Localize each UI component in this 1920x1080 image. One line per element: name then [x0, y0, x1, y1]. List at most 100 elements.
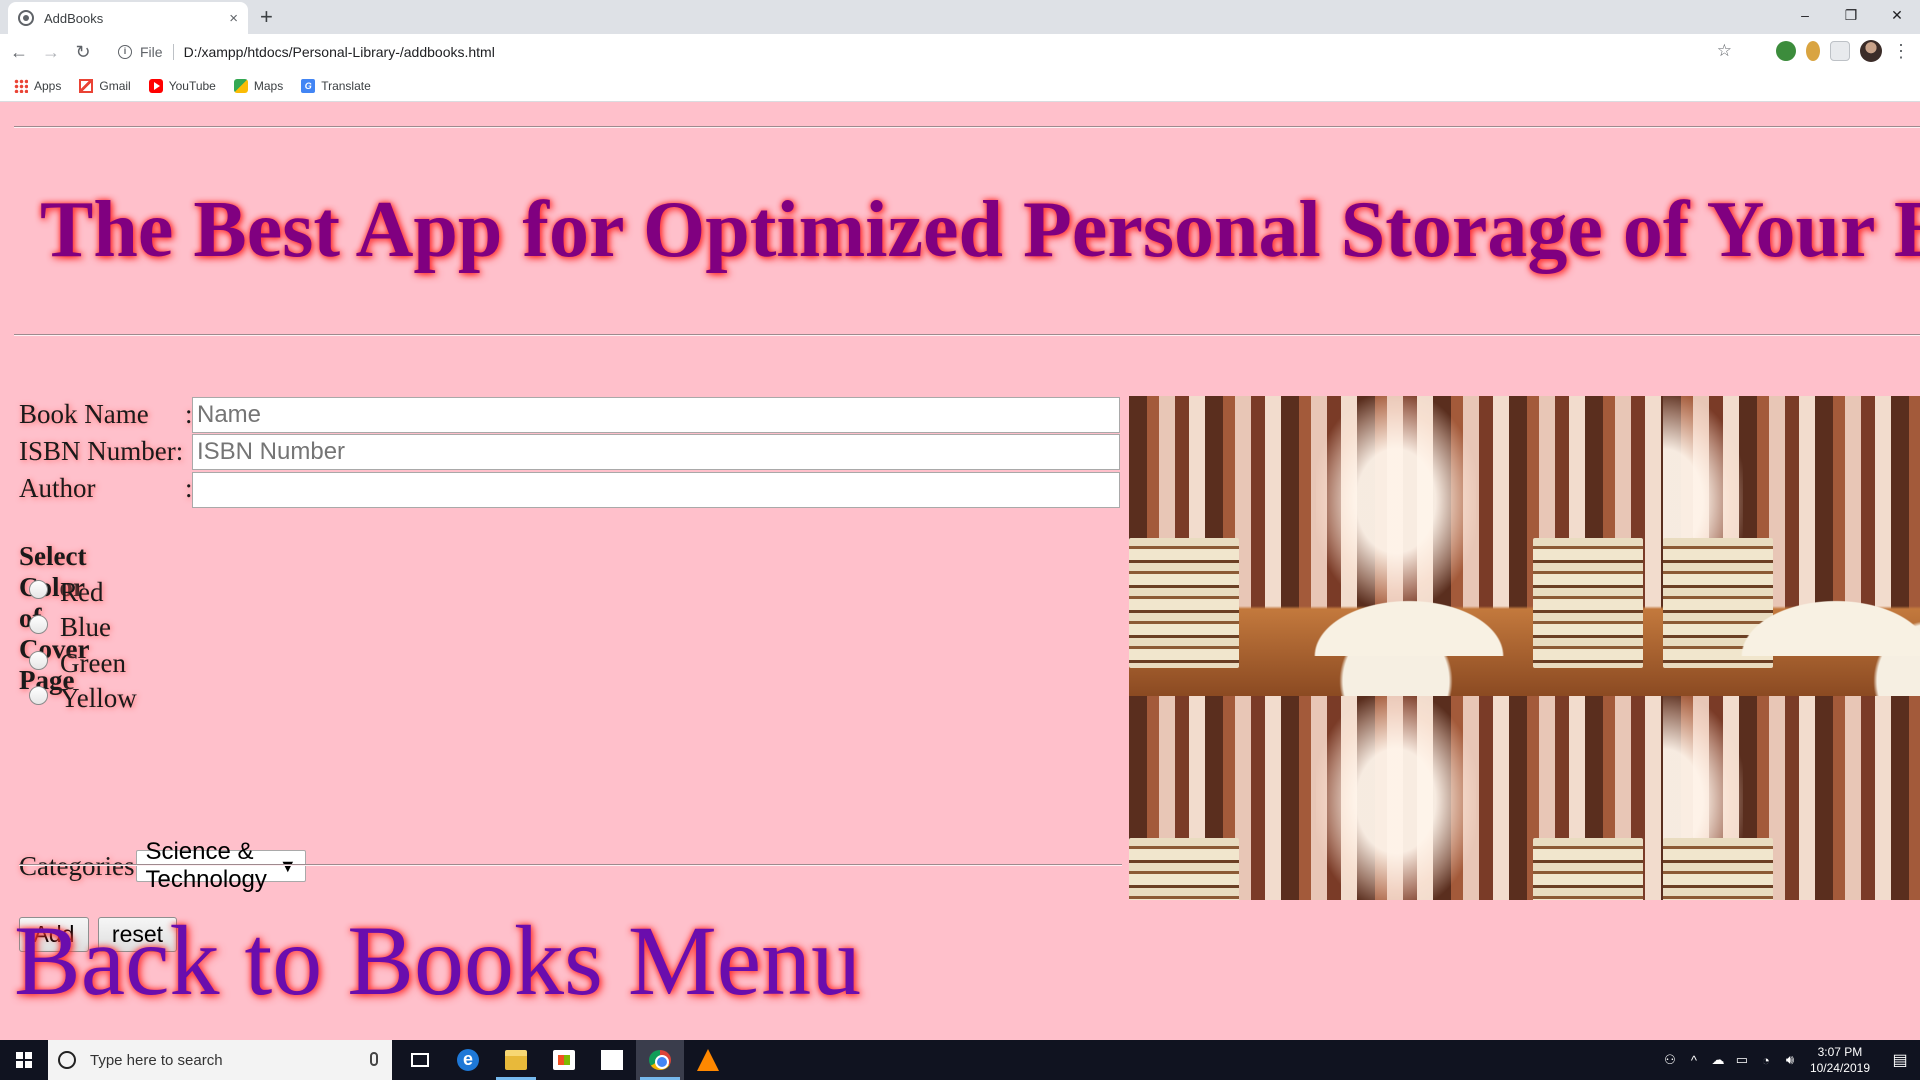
bookmark-label: Translate [321, 78, 371, 93]
close-tab-icon[interactable]: × [229, 10, 238, 27]
system-tray: ⚇ ^ ☁ ▭ ◔ 🔊︎ 3:07 PM 10/24/2019 ▤ [1658, 1040, 1920, 1080]
task-view-icon [411, 1053, 429, 1067]
browser-toolbar: ← → ↻ i File D:/xampp/htdocs/Personal-Li… [0, 34, 1920, 70]
tab-strip: AddBooks × + – ❐ ✕ [0, 0, 1920, 34]
chrome-app[interactable] [636, 1040, 684, 1080]
apps-grid-icon [14, 78, 28, 93]
categories-select[interactable]: Science & Technology ▼ [136, 838, 306, 893]
youtube-icon [148, 78, 163, 93]
select-value: Science & Technology [145, 838, 267, 893]
tab-title: AddBooks [44, 10, 104, 26]
people-icon[interactable]: ⚇ [1658, 1052, 1682, 1068]
url-text[interactable]: D:/xampp/htdocs/Personal-Library-/addboo… [184, 44, 495, 60]
bookmark-label: Gmail [99, 78, 131, 93]
profile-avatar[interactable] [1860, 40, 1882, 62]
chrome-icon [649, 1050, 671, 1070]
url-scheme: File [140, 44, 163, 60]
store-icon [553, 1050, 575, 1070]
search-placeholder: Type here to search [90, 1051, 223, 1069]
bookmark-star-icon[interactable]: ☆ [1717, 41, 1732, 61]
minimize-button[interactable]: – [1782, 0, 1828, 30]
bookmark-apps[interactable]: Apps [14, 78, 61, 93]
store-app[interactable] [540, 1040, 588, 1080]
bookmark-label: YouTube [168, 78, 216, 93]
bookmark-translate[interactable]: G Translate [301, 78, 371, 93]
file-explorer-app[interactable] [492, 1040, 540, 1080]
windows-taskbar: Type here to search e ⚇ ^ ☁ ▭ ◔ 🔊︎ 3:07 … [0, 1040, 1920, 1080]
radio-button[interactable] [29, 580, 48, 599]
radio-label: Blue [60, 612, 111, 642]
radio-option-red[interactable]: Red [29, 577, 104, 608]
extension-icon[interactable] [1830, 41, 1850, 61]
edge-app[interactable]: e [444, 1040, 492, 1080]
divider [19, 864, 1122, 866]
back-to-books-menu-link[interactable]: Back to Books Menu [14, 903, 861, 1018]
radio-label: Green [60, 648, 126, 678]
extensions-area: ⋮ [1776, 40, 1910, 62]
bookmark-maps[interactable]: Maps [233, 78, 283, 93]
taskbar-search-box[interactable]: Type here to search [48, 1040, 392, 1080]
task-view-button[interactable] [396, 1040, 444, 1080]
back-arrow-icon[interactable]: ← [6, 42, 32, 63]
new-tab-button[interactable]: + [260, 4, 273, 30]
reload-icon[interactable]: ↻ [70, 42, 96, 63]
battery-icon[interactable]: ▭ [1730, 1052, 1754, 1068]
menu-kebab-icon[interactable]: ⋮ [1892, 41, 1910, 62]
restore-button[interactable]: ❐ [1828, 0, 1874, 30]
clock-time: 3:07 PM [1817, 1045, 1863, 1059]
onedrive-cloud-icon[interactable]: ☁ [1706, 1052, 1730, 1068]
radio-option-green[interactable]: Green [29, 648, 126, 679]
radio-option-blue[interactable]: Blue [29, 612, 111, 643]
mail-icon [601, 1050, 623, 1070]
translate-icon: G [301, 78, 316, 93]
extension-icon[interactable] [1806, 41, 1820, 61]
isbn-input[interactable]: ISBN Number [192, 434, 1120, 470]
chevron-up-icon[interactable]: ^ [1682, 1053, 1706, 1068]
divider [172, 44, 174, 60]
divider [14, 334, 1920, 336]
close-window-button[interactable]: ✕ [1874, 0, 1920, 30]
mail-app[interactable] [588, 1040, 636, 1080]
clock-date: 10/24/2019 [1809, 1061, 1870, 1075]
clock[interactable]: 3:07 PM 10/24/2019 [1810, 1044, 1870, 1076]
library-books-image [1129, 396, 1920, 900]
notification-center-icon[interactable]: ▤ [1880, 1040, 1920, 1080]
vlc-app[interactable] [684, 1040, 732, 1080]
bookmark-gmail[interactable]: Gmail [79, 78, 131, 93]
radio-label: Red [60, 577, 104, 607]
isbn-label: ISBN Number: [19, 436, 184, 466]
dropdown-arrow-icon: ▼ [278, 855, 297, 876]
globe-icon [18, 10, 34, 26]
cortana-icon [58, 1051, 76, 1069]
forward-arrow-icon[interactable]: → [38, 42, 64, 63]
page-content: The Best App for Optimized Personal Stor… [0, 103, 1920, 1040]
radio-button[interactable] [29, 651, 48, 670]
image-tile [1663, 696, 1920, 900]
radio-option-yellow[interactable]: Yellow [29, 683, 137, 714]
browser-tab[interactable]: AddBooks × [8, 2, 248, 34]
radio-button[interactable] [29, 615, 48, 634]
bookmark-youtube[interactable]: YouTube [148, 78, 216, 93]
image-tile [1663, 396, 1920, 696]
image-tile [1129, 696, 1663, 900]
categories-label: Categories [19, 850, 135, 881]
categories-row: Categories Science & Technology ▼ [19, 838, 306, 893]
folder-icon [505, 1050, 527, 1070]
page-headline: The Best App for Optimized Personal Stor… [40, 186, 1920, 274]
author-input[interactable] [192, 472, 1120, 508]
windows-logo-icon [16, 1052, 32, 1068]
bookmarks-bar: Apps Gmail YouTube Maps G Translate [0, 70, 1920, 102]
radio-button[interactable] [29, 686, 48, 705]
volume-icon[interactable]: 🔊︎ [1778, 1052, 1802, 1068]
microphone-icon[interactable] [370, 1052, 378, 1066]
address-bar[interactable]: i File D:/xampp/htdocs/Personal-Library-… [108, 38, 1738, 66]
start-button[interactable] [0, 1040, 48, 1080]
book-name-label: Book Name [19, 399, 149, 429]
divider [14, 126, 1920, 128]
maps-icon [233, 78, 248, 93]
extension-icon[interactable] [1776, 41, 1796, 61]
pinned-apps: e [396, 1040, 732, 1080]
wifi-icon[interactable]: ◔ [1754, 1053, 1778, 1068]
book-name-input[interactable]: Name [192, 397, 1120, 433]
info-icon[interactable]: i [118, 45, 132, 59]
